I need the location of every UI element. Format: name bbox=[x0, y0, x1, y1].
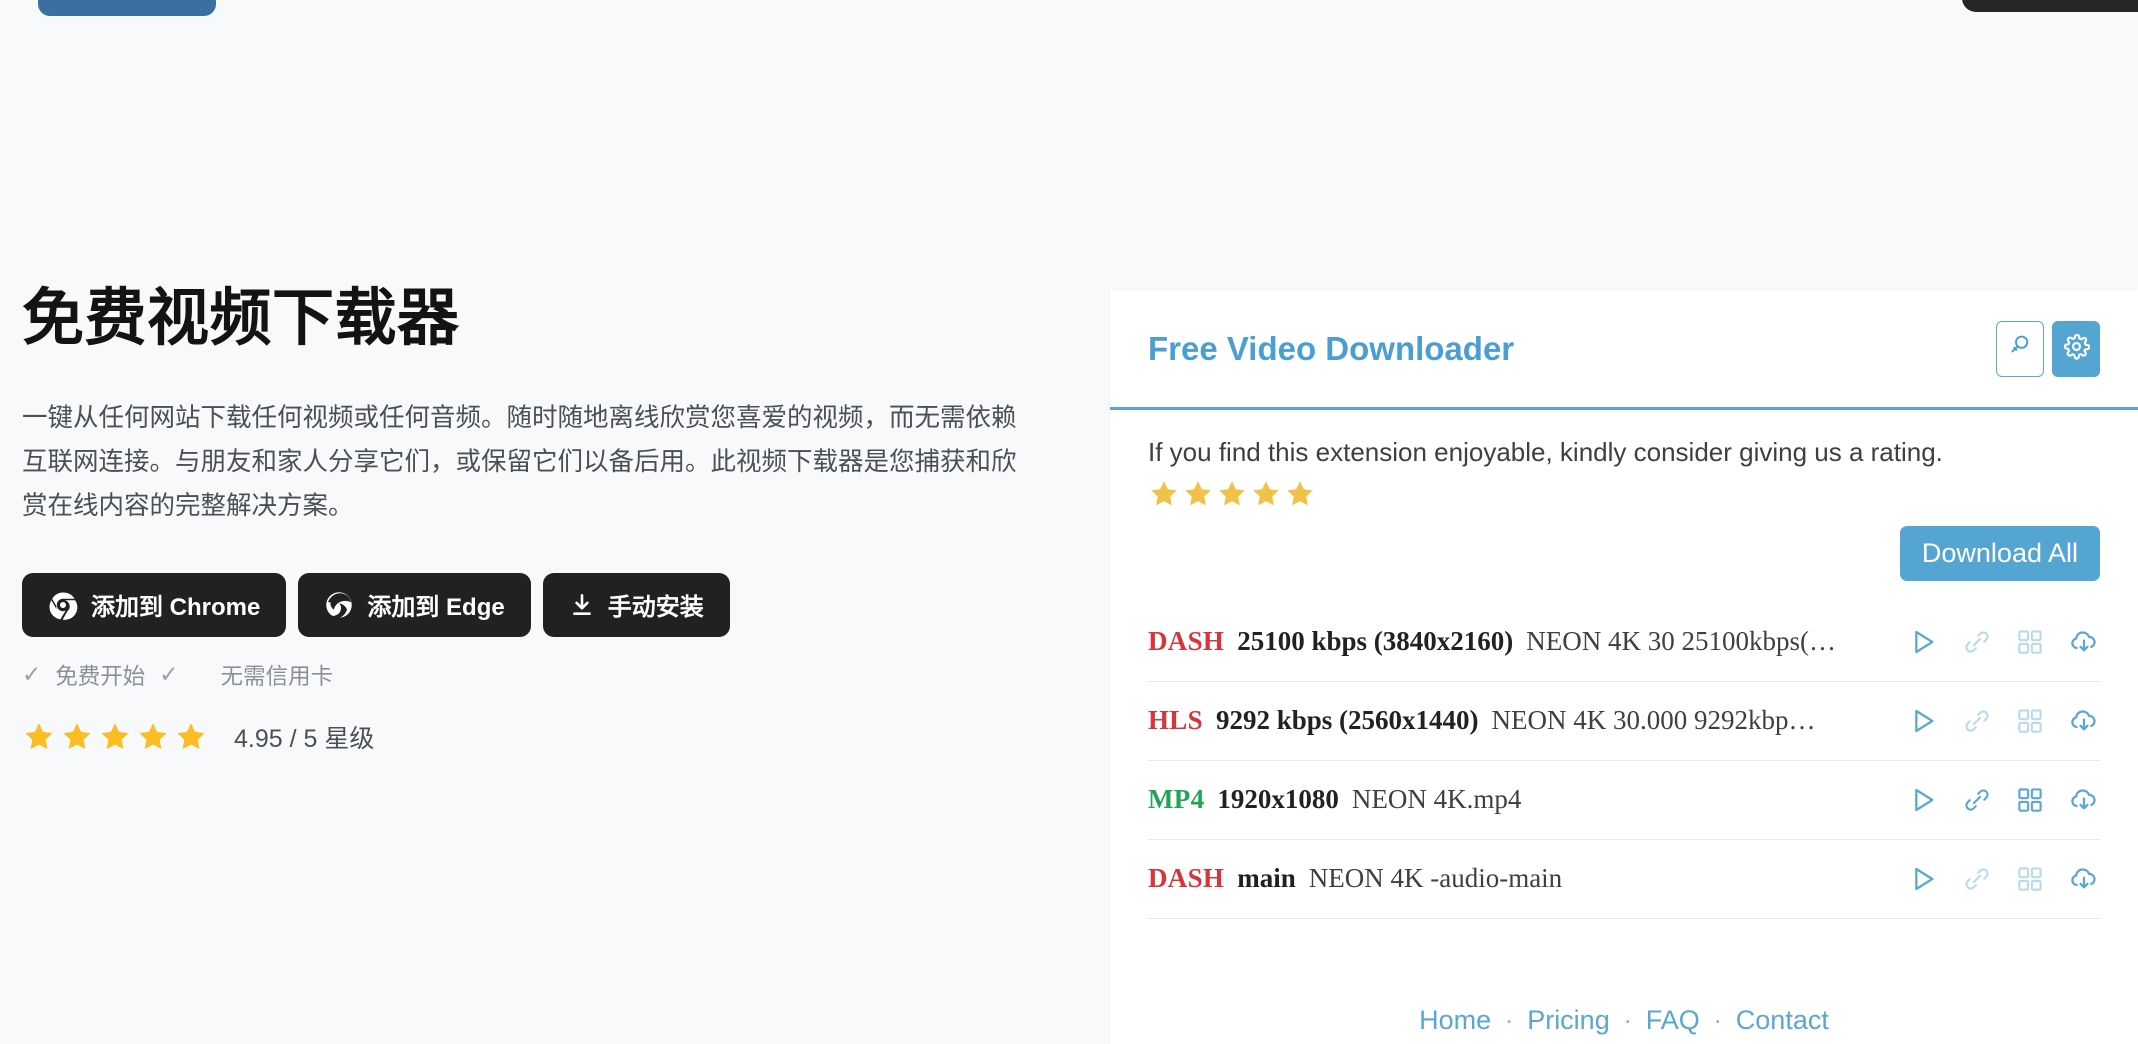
star-icon bbox=[98, 720, 132, 754]
assurance-label-1: 免费开始 bbox=[55, 663, 146, 689]
row-meta: MP4 1920x1080 NEON 4K.mp4 bbox=[1148, 784, 1885, 815]
add-to-edge-label: 添加到 Edge bbox=[367, 594, 505, 622]
footer-link-pricing[interactable]: Pricing bbox=[1527, 1005, 1610, 1035]
footer-separator: · bbox=[1713, 1005, 1723, 1035]
hero-section: 免费视频下载器 一键从任何网站下载任何视频或任何音频。随时随地离线欣赏您喜爱的视… bbox=[22, 284, 1062, 755]
manual-install-label: 手动安装 bbox=[607, 594, 704, 622]
play-icon[interactable] bbox=[1907, 626, 1939, 658]
cloud-download-icon[interactable] bbox=[2068, 863, 2100, 895]
table-row[interactable]: HLS 9292 kbps (2560x1440) NEON 4K 30.000… bbox=[1148, 682, 2100, 761]
check-icon-2: ✓ bbox=[159, 661, 179, 688]
cloud-download-icon[interactable] bbox=[2068, 626, 2100, 658]
assurance-label-2: 无需信用卡 bbox=[220, 663, 334, 689]
row-actions bbox=[1885, 784, 2100, 816]
format-tag: MP4 bbox=[1148, 784, 1205, 815]
add-to-chrome-button[interactable]: 添加到 Chrome bbox=[22, 572, 287, 637]
filename-label: NEON 4K 30 25100kbps(… bbox=[1526, 626, 1837, 657]
footer-links: Home · Pricing · FAQ · Contact bbox=[1110, 1005, 2138, 1036]
search-icon bbox=[2007, 333, 2033, 364]
panel-footer: Home · Pricing · FAQ · Contact bbox=[1110, 1005, 2138, 1044]
footer-separator: · bbox=[1504, 1005, 1514, 1035]
star-icon bbox=[22, 720, 56, 754]
play-icon[interactable] bbox=[1907, 784, 1939, 816]
rating-text: 4.95 / 5 星级 bbox=[234, 724, 375, 753]
link-icon[interactable] bbox=[1962, 627, 1992, 657]
cloud-download-icon[interactable] bbox=[2068, 705, 2100, 737]
search-button[interactable] bbox=[1996, 320, 2044, 377]
hero-description: 一键从任何网站下载任何视频或任何音频。随时随地离线欣赏您喜爱的视频，而无需依赖互… bbox=[22, 403, 1017, 520]
star-icon[interactable] bbox=[1216, 478, 1248, 510]
hero-rating: 4.95 / 5 星级 bbox=[22, 719, 1062, 755]
row-meta: DASH main NEON 4K -audio-main bbox=[1148, 863, 1885, 894]
quality-label: 25100 kbps (3840x2160) bbox=[1237, 626, 1514, 657]
format-tag: DASH bbox=[1148, 863, 1225, 894]
rating-prompt-text: If you find this extension enjoyable, ki… bbox=[1148, 437, 1943, 467]
link-icon[interactable] bbox=[1962, 785, 1992, 815]
panel-body: If you find this extension enjoyable, ki… bbox=[1110, 410, 2138, 919]
link-icon[interactable] bbox=[1962, 706, 1992, 736]
star-icon[interactable] bbox=[1250, 478, 1282, 510]
table-row[interactable]: DASH main NEON 4K -audio-main bbox=[1148, 840, 2100, 919]
add-to-chrome-label: 添加到 Chrome bbox=[91, 594, 261, 622]
download-all-button[interactable]: Download All bbox=[1899, 525, 2100, 581]
grid-icon[interactable] bbox=[2015, 785, 2045, 815]
check-icon-1: ✓ bbox=[22, 661, 42, 688]
edge-icon bbox=[324, 590, 354, 620]
manual-install-button[interactable]: 手动安装 bbox=[542, 572, 730, 637]
link-icon[interactable] bbox=[1962, 864, 1992, 894]
download-icon bbox=[569, 592, 595, 618]
table-row[interactable]: MP4 1920x1080 NEON 4K.mp4 bbox=[1148, 761, 2100, 840]
row-actions bbox=[1885, 705, 2100, 737]
assurance-row: ✓ 免费开始 ✓ 无需信用卡 bbox=[22, 659, 1062, 691]
top-left-blue-bar[interactable] bbox=[38, 0, 216, 16]
top-right-dark-bar[interactable] bbox=[1962, 0, 2138, 12]
gear-icon bbox=[2063, 333, 2090, 365]
filename-label: NEON 4K -audio-main bbox=[1308, 863, 1563, 894]
grid-icon[interactable] bbox=[2015, 864, 2045, 894]
cloud-download-icon[interactable] bbox=[2068, 784, 2100, 816]
footer-link-home[interactable]: Home bbox=[1419, 1005, 1491, 1035]
panel-header: Free Video Downloader bbox=[1110, 290, 2138, 410]
row-actions bbox=[1885, 626, 2100, 658]
star-icon bbox=[174, 720, 208, 754]
footer-separator: · bbox=[1623, 1005, 1633, 1035]
download-all-row: Download All bbox=[1148, 525, 2100, 581]
play-icon[interactable] bbox=[1907, 863, 1939, 895]
quality-label: main bbox=[1237, 863, 1296, 894]
star-icon[interactable] bbox=[1284, 478, 1316, 510]
grid-icon[interactable] bbox=[2015, 706, 2045, 736]
format-tag: HLS bbox=[1148, 705, 1203, 736]
grid-icon[interactable] bbox=[2015, 627, 2045, 657]
star-icon[interactable] bbox=[1148, 478, 1180, 510]
row-meta: HLS 9292 kbps (2560x1440) NEON 4K 30.000… bbox=[1148, 705, 1885, 736]
extension-popup-panel: Free Video Downloader If you find this e… bbox=[1110, 290, 2138, 1044]
panel-brand-title: Free Video Downloader bbox=[1148, 329, 1515, 367]
add-to-edge-button[interactable]: 添加到 Edge bbox=[298, 572, 531, 637]
panel-header-actions bbox=[1996, 320, 2100, 377]
table-row[interactable]: DASH 25100 kbps (3840x2160) NEON 4K 30 2… bbox=[1148, 603, 2100, 682]
star-icon[interactable] bbox=[1182, 478, 1214, 510]
quality-label: 1920x1080 bbox=[1217, 784, 1339, 815]
footer-link-faq[interactable]: FAQ bbox=[1646, 1005, 1700, 1035]
settings-button[interactable] bbox=[2052, 320, 2100, 377]
format-tag: DASH bbox=[1148, 626, 1225, 657]
hero-star-rating bbox=[22, 720, 208, 754]
star-icon bbox=[60, 720, 94, 754]
cta-button-row: 添加到 Chrome 添加到 Edge 手动安装 bbox=[22, 572, 1062, 637]
row-actions bbox=[1885, 863, 2100, 895]
chrome-icon bbox=[48, 590, 78, 620]
filename-label: NEON 4K 30.000 9292kbp… bbox=[1491, 705, 1816, 736]
page-root: 免费视频下载器 一键从任何网站下载任何视频或任何音频。随时随地离线欣赏您喜爱的视… bbox=[0, 0, 2138, 1044]
star-icon bbox=[136, 720, 170, 754]
page-title: 免费视频下载器 bbox=[22, 284, 460, 353]
play-icon[interactable] bbox=[1907, 705, 1939, 737]
download-list: DASH 25100 kbps (3840x2160) NEON 4K 30 2… bbox=[1148, 603, 2100, 919]
footer-link-contact[interactable]: Contact bbox=[1736, 1005, 1829, 1035]
filename-label: NEON 4K.mp4 bbox=[1351, 784, 1522, 815]
row-meta: DASH 25100 kbps (3840x2160) NEON 4K 30 2… bbox=[1148, 626, 1885, 657]
quality-label: 9292 kbps (2560x1440) bbox=[1215, 705, 1479, 736]
panel-star-rating[interactable] bbox=[1148, 478, 2100, 510]
